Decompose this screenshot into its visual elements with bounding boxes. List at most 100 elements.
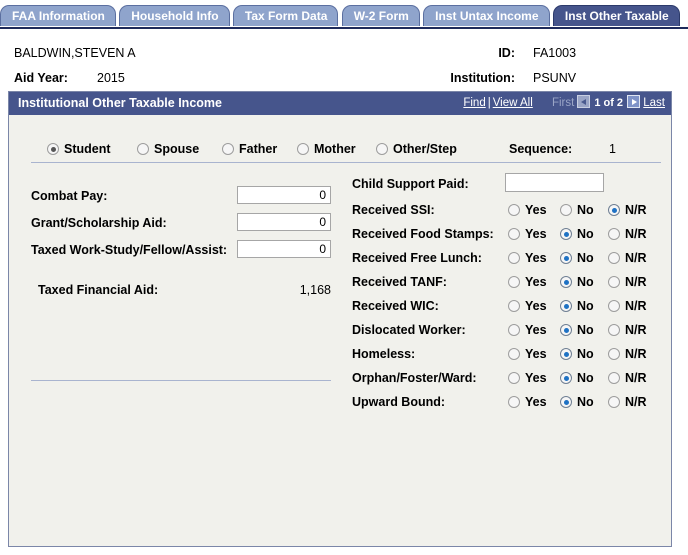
radio-homeless-no-icon[interactable] [560,348,572,360]
next-row-arrow-icon[interactable] [627,95,641,108]
upward-bound-label: Upward Bound: [352,395,446,409]
radio-received-food-stamps-no-icon[interactable] [560,228,572,240]
radio-received-wic-nr-icon[interactable] [608,300,620,312]
radio-homeless-nr-icon[interactable] [608,348,620,360]
radio-received-free-lunch-no-icon[interactable] [560,252,572,264]
received-ssi-option-yes[interactable]: Yes [508,201,547,219]
radio-other-step-icon[interactable] [376,143,388,155]
homeless-option-yes[interactable]: Yes [508,345,547,363]
received-food-stamps-option-yes[interactable]: Yes [508,225,547,243]
dislocated-worker-label: Dislocated Worker: [352,323,466,337]
received-tanf-option-no[interactable]: No [560,273,594,291]
radio-received-tanf-nr-icon[interactable] [608,276,620,288]
find-link[interactable]: Find [463,97,485,109]
received-ssi-option-nr[interactable]: N/R [608,201,647,219]
homeless-option-nr[interactable]: N/R [608,345,647,363]
id-value: FA1003 [533,46,577,60]
received-free-lunch-option-nr[interactable]: N/R [608,249,647,267]
radio-received-tanf-yes-icon[interactable] [508,276,520,288]
taxed-financial-aid-label: Taxed Financial Aid: [38,283,159,297]
radio-upward-bound-nr-icon[interactable] [608,396,620,408]
dislocated-worker-option-nr[interactable]: N/R [608,321,647,339]
role-option-father[interactable]: Father [222,139,277,159]
option-label-no: No [577,299,594,313]
role-option-mother[interactable]: Mother [297,139,356,159]
option-label-nr: N/R [625,395,647,409]
radio-received-wic-no-icon[interactable] [560,300,572,312]
upward-bound-option-no[interactable]: No [560,393,594,411]
combat-pay-input[interactable] [237,186,331,204]
radio-student-icon[interactable] [47,143,59,155]
aid-year-label: Aid Year: [14,71,68,85]
role-option-student[interactable]: Student [47,139,111,159]
grant-scholarship-aid-input[interactable] [237,213,331,231]
radio-dislocated-worker-nr-icon[interactable] [608,324,620,336]
homeless-option-no[interactable]: No [560,345,594,363]
dislocated-worker-option-no[interactable]: No [560,321,594,339]
tab-inst-untax-income[interactable]: Inst Untax Income [423,5,550,26]
orphan-foster-ward-option-no[interactable]: No [560,369,594,387]
role-option-other-step[interactable]: Other/Step [376,139,457,159]
radio-received-food-stamps-nr-icon[interactable] [608,228,620,240]
view-all-link[interactable]: View All [493,97,533,109]
radio-homeless-yes-icon[interactable] [508,348,520,360]
taxed-work-study-input[interactable] [237,240,331,258]
tab-tax-form-data[interactable]: Tax Form Data [232,5,339,26]
radio-received-ssi-nr-icon[interactable] [608,204,620,216]
upward-bound-option-nr[interactable]: N/R [608,393,647,411]
orphan-foster-ward-option-yes[interactable]: Yes [508,369,547,387]
received-food-stamps-option-no[interactable]: No [560,225,594,243]
received-wic-option-nr[interactable]: N/R [608,297,647,315]
orphan-foster-ward-label: Orphan/Foster/Ward: [352,371,477,385]
option-label-yes: Yes [525,371,547,385]
homeless-label: Homeless: [352,347,416,361]
received-tanf-option-nr[interactable]: N/R [608,273,647,291]
radio-upward-bound-yes-icon[interactable] [508,396,520,408]
last-link[interactable]: Last [643,97,665,109]
child-support-paid-input[interactable] [505,173,604,192]
radio-received-tanf-no-icon[interactable] [560,276,572,288]
radio-dislocated-worker-no-icon[interactable] [560,324,572,336]
received-free-lunch-option-no[interactable]: No [560,249,594,267]
option-label-yes: Yes [525,347,547,361]
radio-received-ssi-no-icon[interactable] [560,204,572,216]
received-tanf-label: Received TANF: [352,275,447,289]
upward-bound-option-yes[interactable]: Yes [508,393,547,411]
previous-row-arrow-icon[interactable] [577,95,591,108]
received-ssi-label: Received SSI: [352,203,435,217]
received-food-stamps-option-nr[interactable]: N/R [608,225,647,243]
radio-received-food-stamps-yes-icon[interactable] [508,228,520,240]
radio-mother-icon[interactable] [297,143,309,155]
option-label-yes: Yes [525,203,547,217]
institution-value: PSUNV [533,71,577,85]
tab-household-info[interactable]: Household Info [119,5,230,26]
radio-dislocated-worker-yes-icon[interactable] [508,324,520,336]
option-label-yes: Yes [525,395,547,409]
option-label-nr: N/R [625,251,647,265]
received-ssi-option-no[interactable]: No [560,201,594,219]
aid-year-value: 2015 [97,71,125,85]
dislocated-worker-option-yes[interactable]: Yes [508,321,547,339]
radio-father-icon[interactable] [222,143,234,155]
received-wic-option-yes[interactable]: Yes [508,297,547,315]
radio-orphan-foster-ward-nr-icon[interactable] [608,372,620,384]
left-column-divider [31,380,331,381]
role-label-student: Student [64,142,111,156]
radio-orphan-foster-ward-yes-icon[interactable] [508,372,520,384]
radio-received-wic-yes-icon[interactable] [508,300,520,312]
role-option-spouse[interactable]: Spouse [137,139,199,159]
received-tanf-option-yes[interactable]: Yes [508,273,547,291]
received-wic-option-no[interactable]: No [560,297,594,315]
radio-upward-bound-no-icon[interactable] [560,396,572,408]
option-label-no: No [577,371,594,385]
received-free-lunch-option-yes[interactable]: Yes [508,249,547,267]
radio-spouse-icon[interactable] [137,143,149,155]
tab-faa-information[interactable]: FAA Information [0,5,116,26]
radio-received-free-lunch-nr-icon[interactable] [608,252,620,264]
radio-received-ssi-yes-icon[interactable] [508,204,520,216]
tab-inst-other-taxable[interactable]: Inst Other Taxable [552,5,680,26]
orphan-foster-ward-option-nr[interactable]: N/R [608,369,647,387]
radio-received-free-lunch-yes-icon[interactable] [508,252,520,264]
radio-orphan-foster-ward-no-icon[interactable] [560,372,572,384]
tab-w2-form[interactable]: W-2 Form [341,5,420,26]
